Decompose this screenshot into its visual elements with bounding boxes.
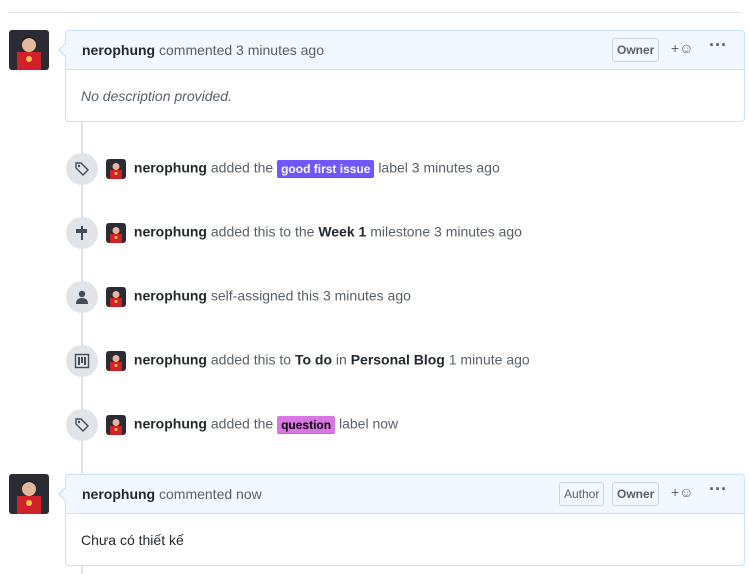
comment-action: commented xyxy=(159,42,233,58)
owner-badge: Owner xyxy=(612,38,660,62)
project-column-link[interactable]: To do xyxy=(295,352,332,368)
event-author[interactable]: nerophung xyxy=(134,416,207,432)
comment-1: nerophung commented 3 minutes ago Owner … xyxy=(58,30,745,122)
project-icon xyxy=(66,345,98,377)
add-reaction-button[interactable]: +☺ xyxy=(671,40,693,56)
timeline-bar-bottom xyxy=(81,565,83,574)
author-badge: Author xyxy=(559,482,605,506)
comment-header: nerophung commented 3 minutes ago Owner … xyxy=(58,31,744,70)
event-time[interactable]: 3 minutes ago xyxy=(434,224,522,240)
comment-body: No description provided. xyxy=(81,88,232,104)
milestone-link[interactable]: Week 1 xyxy=(318,224,366,240)
label-question[interactable]: question xyxy=(277,415,336,434)
event-time[interactable]: now xyxy=(372,416,398,432)
project-link[interactable]: Personal Blog xyxy=(351,352,445,368)
avatar[interactable] xyxy=(106,351,126,371)
milestone-icon xyxy=(66,217,98,249)
tag-icon xyxy=(66,153,98,185)
event-author[interactable]: nerophung xyxy=(134,224,207,240)
comment-author[interactable]: nerophung xyxy=(82,42,155,58)
comment-action: commented xyxy=(159,486,233,502)
comment-author[interactable]: nerophung xyxy=(82,486,155,502)
avatar[interactable] xyxy=(106,415,126,435)
tag-icon xyxy=(66,409,98,441)
label-good-first-issue[interactable]: good first issue xyxy=(277,159,375,178)
more-options-icon[interactable]: ··· xyxy=(709,479,727,500)
comment-time[interactable]: now xyxy=(236,486,262,502)
event-time[interactable]: 1 minute ago xyxy=(449,352,530,368)
event-author[interactable]: nerophung xyxy=(134,288,207,304)
top-divider xyxy=(8,12,741,13)
comment-2: nerophung commented now Author Owner +☺ … xyxy=(58,474,745,566)
avatar[interactable] xyxy=(106,287,126,307)
avatar[interactable] xyxy=(106,159,126,179)
comment-time[interactable]: 3 minutes ago xyxy=(236,42,324,58)
person-icon xyxy=(66,281,98,313)
avatar[interactable] xyxy=(9,30,49,70)
avatar[interactable] xyxy=(9,474,49,514)
add-reaction-button[interactable]: +☺ xyxy=(671,484,693,500)
event-author[interactable]: nerophung xyxy=(134,352,207,368)
event-time[interactable]: 3 minutes ago xyxy=(412,160,500,176)
owner-badge: Owner xyxy=(612,482,660,506)
event-time[interactable]: 3 minutes ago xyxy=(323,288,411,304)
avatar[interactable] xyxy=(106,223,126,243)
comment-body: Chưa có thiết kế xyxy=(81,532,184,548)
more-options-icon[interactable]: ··· xyxy=(709,35,727,56)
comment-header: nerophung commented now Author Owner +☺ … xyxy=(58,475,744,514)
event-author[interactable]: nerophung xyxy=(134,160,207,176)
